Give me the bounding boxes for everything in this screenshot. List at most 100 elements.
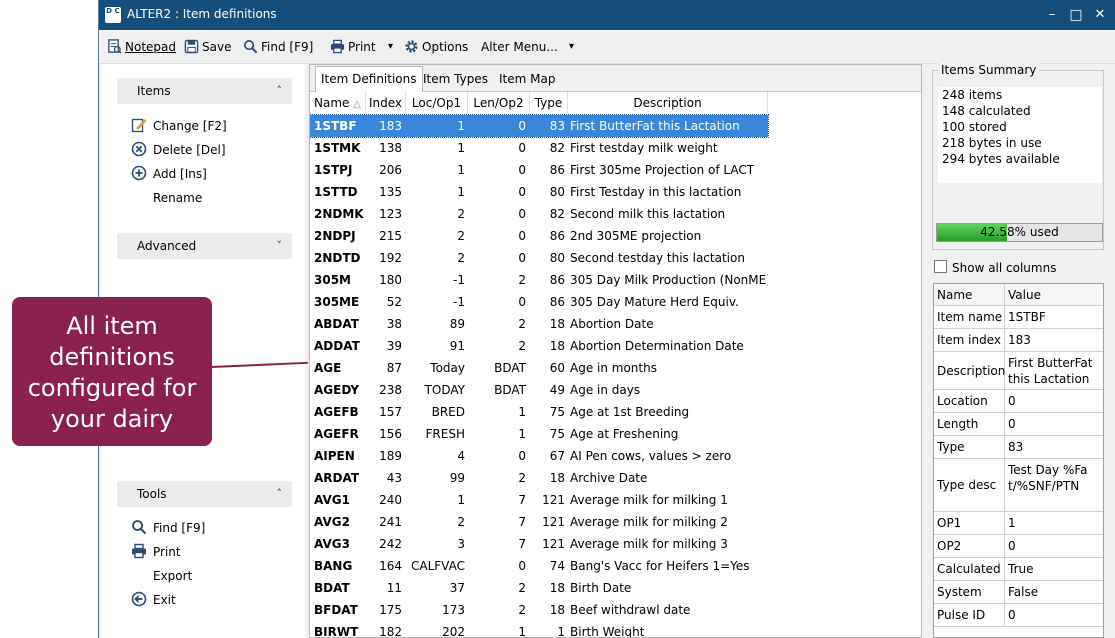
table-row[interactable]: 1STTD 135 1 0 80 First Testday in this lactat… [310,181,768,203]
table-row[interactable]: AGE 87 Today BDAT 60 Age in months [310,357,768,379]
rename-item-link[interactable]: Rename [131,188,202,208]
show-all-columns-checkbox[interactable]: Show all columns [934,260,1056,276]
property-row[interactable]: Item index 183 [934,329,1103,352]
title-bar[interactable]: D C ALTER2 : Item definitions – □ ✕ [99,0,1115,30]
cell-type: 86 [549,163,565,177]
property-row[interactable]: Description First ButterFat this Lactatio… [934,352,1103,390]
change-item-link[interactable]: Change [F2] [131,116,227,136]
item-definitions-area: Item Definitions Item Types Item Map Nam… [309,64,922,638]
property-row[interactable]: Calculated True [934,558,1103,581]
delete-item-link[interactable]: Delete [Del] [131,140,226,160]
table-row[interactable]: 1STPJ 206 1 0 86 First 305me Projection of LA… [310,159,768,181]
print-dropdown-arrow[interactable]: ▾ [388,38,393,56]
cell-loc-op1: 2 [457,515,465,529]
table-row[interactable]: BANG 164 CALFVAC 0 74 Bang's Vacc for Heifers… [310,555,768,577]
column-divider [1004,604,1005,626]
tools-find-link[interactable]: Find [F9] [131,518,205,538]
advanced-panel-header[interactable]: Advanced ˅ [117,233,292,259]
column-header-description[interactable]: Description [568,92,768,114]
delete-circle-x-icon [131,141,147,157]
column-header-name[interactable]: Name △ [310,92,366,114]
column-header-index[interactable]: Index [366,92,406,114]
print-button[interactable]: Print [330,38,376,56]
property-row[interactable]: Length 0 [934,413,1103,436]
cell-len-op2: 7 [518,537,526,551]
tools-exit-link[interactable]: Exit [131,590,176,610]
cell-description: Second milk this lactation [570,207,726,221]
table-row[interactable]: 2NDTD 192 2 0 80 Second testday this lactatio… [310,247,768,269]
property-name: OP1 [937,516,962,530]
table-row[interactable]: BDAT 11 37 2 18 Birth Date [310,577,768,599]
cell-description: Abortion Determination Date [570,339,744,353]
table-row[interactable]: AGEFB 157 BRED 1 75 Age at 1st Breeding [310,401,768,423]
cell-len-op2: 2 [518,273,526,287]
tab-item-types[interactable]: Item Types [418,69,493,91]
table-row[interactable]: BIRWT 182 202 1 1 Birth Weight [310,621,768,637]
table-row[interactable]: AGEFR 156 FRESH 1 75 Age at Freshening [310,423,768,445]
table-row[interactable]: 2NDMK 123 2 0 82 Second milk this lactation [310,203,768,225]
checkbox-icon[interactable] [934,260,947,273]
cell-name: ADDAT [314,339,360,353]
tools-panel-header[interactable]: Tools ˄ [117,481,292,507]
column-header-loc-op1[interactable]: Loc/Op1 [406,92,468,114]
alter-menu-dropdown-arrow[interactable]: ▾ [569,38,574,56]
cell-index: 240 [379,493,402,507]
table-row-selected[interactable]: 1STBF 183 1 0 83 First ButterFat this Lactati… [310,114,769,138]
tools-print-link[interactable]: Print [131,542,181,562]
property-row[interactable]: Location 0 [934,390,1103,413]
cell-len-op2: 0 [518,207,526,221]
tools-panel-title: Tools [137,487,167,501]
cell-loc-op1: 37 [449,581,465,595]
cell-name: AVG2 [314,515,350,529]
table-row[interactable]: AIPEN 189 4 0 67 AI Pen cows, values > zero [310,445,768,467]
table-row[interactable]: 305ME 52 -1 0 86 305 Day Mature Herd Equiv. [310,291,768,313]
table-row[interactable]: AVG3 242 3 7 121 Average milk for milking 3 [310,533,768,555]
minimize-button[interactable]: – [1039,3,1065,27]
items-panel-header[interactable]: Items ˄ [117,78,292,104]
tab-item-definitions[interactable]: Item Definitions [315,66,423,93]
column-header-len-op2[interactable]: Len/Op2 [468,92,530,114]
cell-description: AI Pen cows, values > zero [570,449,732,463]
table-row[interactable]: AGEDY 238 TODAY BDAT 49 Age in days [310,379,768,401]
expand-chevron-icon[interactable]: ˅ [277,233,283,259]
close-button[interactable]: ✕ [1087,3,1113,27]
table-row[interactable]: AVG2 241 2 7 121 Average milk for milking 2 [310,511,768,533]
alter-menu-button[interactable]: Alter Menu... [481,38,558,56]
cell-index: 43 [386,471,402,485]
table-row[interactable]: ABDAT 38 89 2 18 Abortion Date [310,313,768,335]
tools-export-link[interactable]: Export [131,566,192,586]
table-row[interactable]: ARDAT 43 99 2 18 Archive Date [310,467,768,489]
cell-index: 11 [386,581,402,595]
column-header-type[interactable]: Type [530,92,568,114]
summary-line: 248 items [942,88,1003,102]
cell-len-op2: 0 [518,141,526,155]
property-row[interactable]: System False [934,581,1103,604]
save-button[interactable]: Save [184,38,231,56]
add-item-link[interactable]: Add [Ins] [131,164,207,184]
table-row[interactable]: 305M 180 -1 2 86 305 Day Milk Production (Non… [310,269,768,291]
cell-loc-op1: TODAY [424,383,465,397]
property-row[interactable]: Type desc Test Day %Fat/%SNF/PTN [934,459,1103,512]
collapse-chevron-icon[interactable]: ˄ [277,481,283,507]
property-row[interactable]: Pulse ID 0 [934,604,1103,627]
property-row[interactable]: Type 83 [934,436,1103,459]
property-value: 0 [1008,539,1016,553]
maximize-button[interactable]: □ [1063,3,1089,27]
options-button[interactable]: Options [404,38,468,56]
sort-ascending-icon: △ [353,99,361,110]
table-row[interactable]: 1STMK 138 1 0 82 First testday milk weight [310,137,768,159]
property-row[interactable]: OP2 0 [934,535,1103,558]
property-row[interactable]: Item name 1STBF [934,306,1103,329]
table-row[interactable]: BFDAT 175 173 2 18 Beef withdrawl date [310,599,768,621]
cell-index: 87 [386,361,402,375]
tab-item-map[interactable]: Item Map [494,69,560,91]
cell-type: 18 [549,317,565,331]
notepad-button[interactable]: Notepad [107,38,176,56]
find-button[interactable]: Find [F9] [243,38,313,56]
tools-print-label: Print [153,545,181,559]
table-row[interactable]: 2NDPJ 215 2 0 86 2nd 305ME projection [310,225,768,247]
collapse-chevron-icon[interactable]: ˄ [277,78,283,104]
table-row[interactable]: AVG1 240 1 7 121 Average milk for milking 1 [310,489,768,511]
table-row[interactable]: ADDAT 39 91 2 18 Abortion Determination Date [310,335,768,357]
property-row[interactable]: OP1 1 [934,512,1103,535]
